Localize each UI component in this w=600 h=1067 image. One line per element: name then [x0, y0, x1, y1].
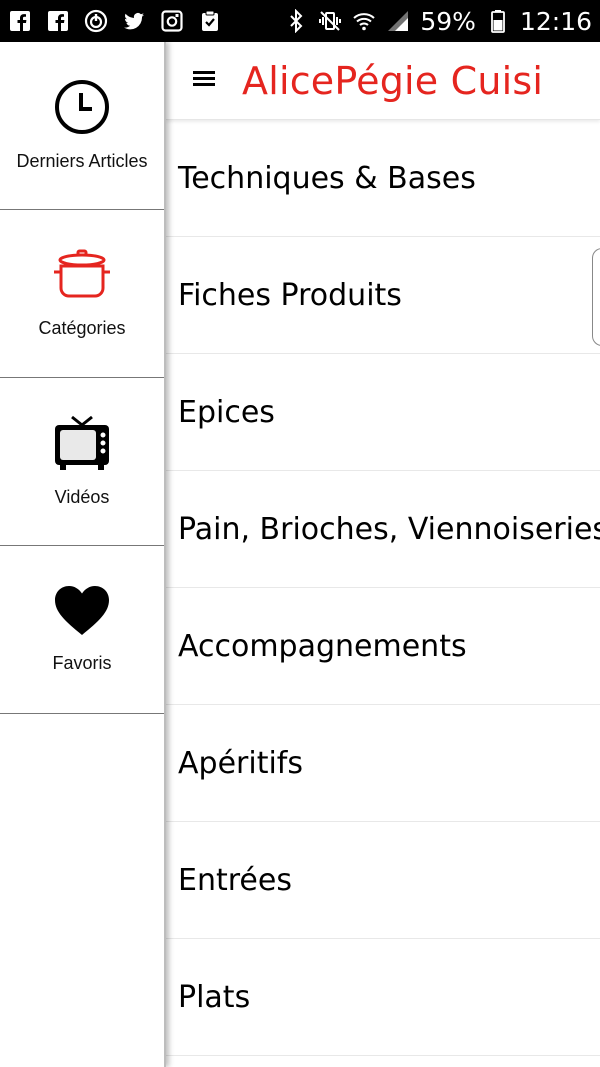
sidebar-item-label: Vidéos	[54, 487, 110, 507]
battery-percent: 59%	[420, 6, 476, 36]
list-item[interactable]: Pain, Brioches, Viennoiseries	[166, 471, 600, 588]
category-label: Entrées	[178, 862, 292, 898]
category-label: Apéritifs	[178, 745, 303, 781]
list-item[interactable]: Epices	[166, 354, 600, 471]
side-navigation: Derniers Articles Catégories Vidéos Favo…	[0, 42, 166, 1067]
power-icon	[84, 9, 108, 33]
hamburger-menu-icon	[192, 68, 216, 93]
twitter-icon	[122, 9, 146, 33]
sidebar-item-derniers-articles[interactable]: Derniers Articles	[0, 42, 164, 210]
category-label: Plats	[178, 979, 251, 1015]
signal-icon	[386, 9, 410, 33]
clock-icon	[54, 79, 110, 135]
sidebar-item-favoris[interactable]: Favoris	[0, 546, 164, 714]
menu-button[interactable]	[166, 42, 242, 119]
app-header: AlicePégie Cuisi	[166, 42, 600, 120]
facebook-icon	[8, 9, 32, 33]
status-bar: 59% 12:16	[0, 0, 600, 42]
sidebar-item-videos[interactable]: Vidéos	[0, 378, 164, 546]
facebook-icon	[46, 9, 70, 33]
battery-icon	[486, 9, 510, 33]
clipboard-check-icon	[198, 9, 222, 33]
app-title: AlicePégie Cuisi	[242, 58, 544, 103]
wifi-icon	[352, 9, 376, 33]
list-item[interactable]: Fiches Produits	[166, 237, 600, 354]
sidebar-item-categories[interactable]: Catégories	[0, 210, 164, 378]
cooking-pot-icon	[52, 248, 112, 302]
vibrate-mute-icon	[318, 9, 342, 33]
category-label: Fiches Produits	[178, 277, 402, 313]
sidebar-item-label: Favoris	[52, 653, 112, 673]
category-label: Epices	[178, 394, 275, 430]
category-list: Techniques & Bases Fiches Produits Epice…	[166, 120, 600, 1056]
main-content: AlicePégie Cuisi Techniques & Bases Fich…	[166, 42, 600, 1067]
category-label: Techniques & Bases	[178, 160, 476, 196]
category-label: Pain, Brioches, Viennoiseries	[178, 511, 600, 547]
list-item[interactable]: Apéritifs	[166, 705, 600, 822]
tv-icon	[52, 415, 112, 471]
list-item[interactable]: Techniques & Bases	[166, 120, 600, 237]
list-item[interactable]: Plats	[166, 939, 600, 1056]
list-item[interactable]: Accompagnements	[166, 588, 600, 705]
category-label: Accompagnements	[178, 628, 467, 664]
instagram-icon	[160, 9, 184, 33]
heart-icon	[53, 585, 111, 637]
edge-drawer-handle[interactable]	[592, 248, 600, 346]
sidebar-item-label: Catégories	[38, 318, 126, 338]
bluetooth-icon	[284, 9, 308, 33]
clock-time: 12:16	[519, 6, 592, 36]
sidebar-item-label: Derniers Articles	[16, 151, 148, 171]
list-item[interactable]: Entrées	[166, 822, 600, 939]
